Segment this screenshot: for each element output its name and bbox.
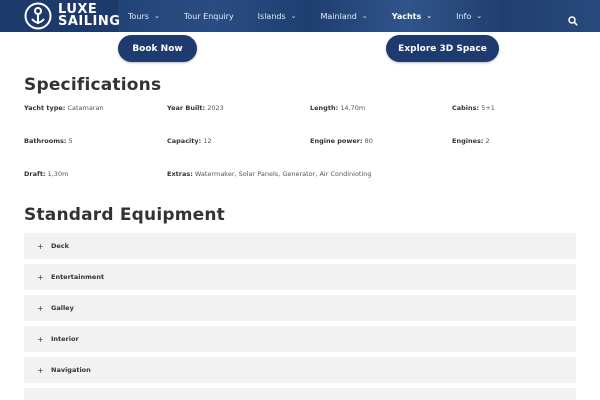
spec-label: Engine power: <box>310 137 363 145</box>
spec-cabins: Cabins: 5+1 <box>452 104 495 112</box>
plus-icon: + <box>37 334 44 344</box>
spec-value: 80 <box>364 137 373 145</box>
nav-item-label: Info <box>456 11 472 21</box>
accordion-item-navigation[interactable]: + Navigation <box>24 357 576 383</box>
accordion-item-deck[interactable]: + Deck <box>24 233 576 259</box>
spec-value: 14,70m <box>340 104 366 112</box>
spec-label: Bathrooms: <box>24 137 67 145</box>
book-now-button[interactable]: Book Now <box>118 35 197 62</box>
nav-item-tours[interactable]: Tours ⌄ <box>128 12 160 21</box>
spec-extras: Extras: Watermaker, Solar Panels, Genera… <box>167 170 372 178</box>
accordion-item-galley[interactable]: + Galley <box>24 295 576 321</box>
spec-value: Watermaker, Solar Panels, Generator, Air… <box>194 170 372 178</box>
accordion-item-interior[interactable]: + Interior <box>24 326 576 352</box>
spec-draft: Draft: 1,30m <box>24 170 68 178</box>
chevron-down-icon: ⌄ <box>476 12 483 20</box>
specifications-heading: Specifications <box>24 75 162 95</box>
spec-value: 2023 <box>207 104 224 112</box>
accordion-label: Navigation <box>51 366 91 374</box>
spec-engines: Engines: 2 <box>452 137 490 145</box>
spec-label: Engines: <box>452 137 484 145</box>
spec-value: 2 <box>485 137 490 145</box>
logo-anchor-icon <box>24 2 52 30</box>
nav-item-label: Islands <box>257 11 286 21</box>
spec-value: 5 <box>68 137 73 145</box>
accordion-label: Interior <box>51 335 79 343</box>
search-icon[interactable] <box>568 11 578 26</box>
spec-label: Length: <box>310 104 339 112</box>
spec-label: Yacht type: <box>24 104 66 112</box>
spec-value: 5+1 <box>481 104 495 112</box>
accordion-item-entertainment[interactable]: + Entertainment <box>24 264 576 290</box>
plus-icon: + <box>37 272 44 282</box>
nav-item-tour-enquiry[interactable]: Tour Enquiry <box>184 12 234 21</box>
nav-item-label: Yachts <box>391 11 422 21</box>
nav-item-label: Mainland <box>320 11 357 21</box>
accordion-label: Deck <box>51 242 69 250</box>
spec-label: Cabins: <box>452 104 480 112</box>
logo-text: LUXE SAILING <box>58 3 121 29</box>
accordion-label: Entertainment <box>51 273 105 281</box>
spec-yacht-type: Yacht type: Catamaran <box>24 104 104 112</box>
nav-item-yachts[interactable]: Yachts ⌄ <box>392 12 432 21</box>
plus-icon: + <box>37 303 44 313</box>
spec-label: Capacity: <box>167 137 202 145</box>
nav-item-info[interactable]: Info ⌄ <box>456 12 482 21</box>
spec-label: Year Built: <box>167 104 206 112</box>
accordion-label: Galley <box>51 304 74 312</box>
chevron-down-icon: ⌄ <box>290 12 297 20</box>
accordion-item-partial[interactable] <box>24 388 576 400</box>
spec-value: Catamaran <box>67 104 104 112</box>
nav-item-mainland[interactable]: Mainland ⌄ <box>321 12 368 21</box>
spec-capacity: Capacity: 12 <box>167 137 212 145</box>
spec-label: Draft: <box>24 170 46 178</box>
spec-value: 1,30m <box>47 170 69 178</box>
logo-line-2: SAILING <box>58 14 121 29</box>
site-header: LUXE SAILING Tours ⌄ Tour Enquiry Island… <box>0 0 600 32</box>
spec-engine-power: Engine power: 80 <box>310 137 373 145</box>
spec-bathrooms: Bathrooms: 5 <box>24 137 73 145</box>
plus-icon: + <box>37 365 44 375</box>
main-nav: Tours ⌄ Tour Enquiry Islands ⌄ Mainland … <box>128 0 506 32</box>
chevron-down-icon: ⌄ <box>361 12 368 20</box>
spec-length: Length: 14,70m <box>310 104 365 112</box>
nav-item-islands[interactable]: Islands ⌄ <box>258 12 297 21</box>
explore-3d-space-button[interactable]: Explore 3D Space <box>386 35 499 62</box>
plus-icon: + <box>37 241 44 251</box>
spec-label: Extras: <box>167 170 193 178</box>
nav-item-label: Tours <box>128 11 149 21</box>
standard-equipment-heading: Standard Equipment <box>24 205 226 225</box>
spec-value: 12 <box>203 137 212 145</box>
spec-year-built: Year Built: 2023 <box>167 104 224 112</box>
chevron-down-icon: ⌄ <box>153 12 160 20</box>
chevron-down-icon: ⌄ <box>426 12 433 20</box>
nav-item-label: Tour Enquiry <box>183 11 234 21</box>
logo[interactable]: LUXE SAILING <box>24 2 120 30</box>
